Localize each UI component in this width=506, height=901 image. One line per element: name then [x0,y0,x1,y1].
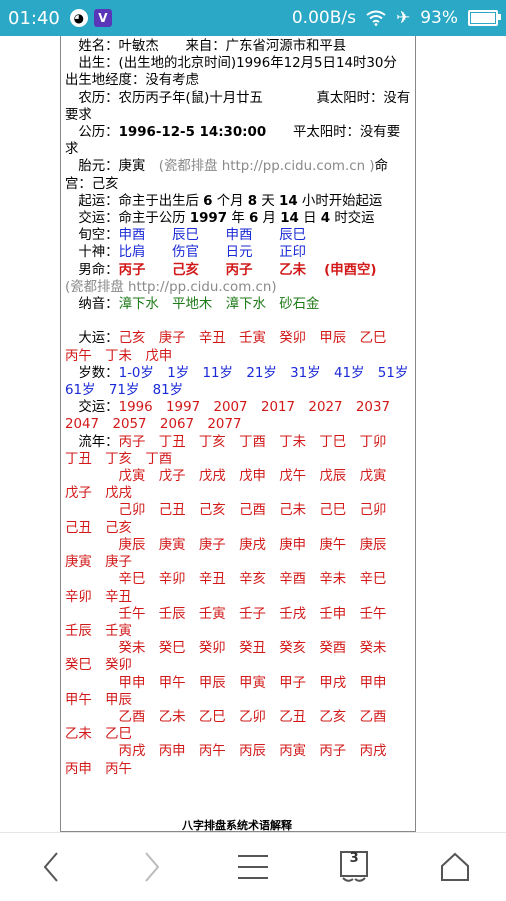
result-text: 出生：(出生地的北京时间)1996年12月5日14时30分 出生地经度：没有考虑 [65,56,424,89]
menu-icon [237,855,268,879]
result-text: 丙戌 丙申 丙午 丙辰 丙寅 丙子 丙戌 丙申 丙午 [65,744,400,777]
tabs-button[interactable]: 3 [324,837,384,897]
result-line: 公历：1996-12-5 14:30:00 平太阳时：没有要求 [65,124,411,158]
result-text: 纳音： [65,297,119,313]
result-line [65,313,411,330]
result-line: 农历：农历丙子年(鼠)十月廿五 真太阳时：没有要求 [65,90,411,124]
bazi-result-text: 姓名：叶敏杰 来自：广东省河源市和平县 出生：(出生地的北京时间)1996年12… [61,36,415,778]
result-line: 十神：比肩 伤官 日元 正印 [65,244,411,261]
result-line: 旬空：申酉 辰巳 申酉 辰巳 [65,227,411,244]
clock: 01:40 [8,7,60,29]
result-text: 小时开始起运 [297,193,383,209]
result-text: 1-0岁 1岁 11岁 21岁 31岁 41岁 51岁 61岁 71岁 81岁 [65,365,422,399]
result-text: 1996-12-5 14:30:00 [118,125,267,141]
result-line: 壬午 壬辰 壬寅 壬子 壬戌 壬申 壬午 壬辰 壬寅 [65,606,411,640]
result-text: 癸未 癸巳 癸卯 癸丑 癸亥 癸酉 癸未 癸巳 癸卯 [65,641,400,674]
result-text: 6 [203,193,213,209]
result-text: 14 [280,211,299,227]
result-text: 交运：命主于公历 [65,211,190,227]
result-text: 公历： [65,125,119,141]
result-text: 大运： [65,331,119,347]
result-text: 4 [320,211,331,227]
result-line: 庚辰 庚寅 庚子 庚戌 庚申 庚午 庚辰 庚寅 庚子 [65,537,411,571]
airplane-mode-icon: ✈ [395,8,411,28]
result-text: 天 [257,193,280,209]
home-icon [441,852,470,881]
result-text: 月 [258,211,281,227]
battery-percent: 93% [420,8,458,28]
bottom-navigation: 3 [0,832,506,901]
result-line: 姓名：叶敏杰 来自：广东省河源市和平县 [65,38,411,55]
result-text: 己卯 己丑 己亥 己酉 己未 己巳 己卯 己丑 己亥 [65,503,400,536]
network-speed: 0.00B/s [291,8,356,28]
result-text: 比肩 伤官 日元 正印 [118,245,307,261]
result-line: 岁数：1-0岁 1岁 11岁 21岁 31岁 41岁 51岁 61岁 71岁 8… [65,365,411,399]
result-text: 农历：农历丙子年(鼠)十月廿五 真太阳时：没有要求 [65,90,411,123]
result-text: 时交运 [330,211,375,227]
result-text: (瓷都排盘 http://pp.cidu.com.cn ) [158,159,375,175]
result-text: 胎元：庚寅 [65,159,159,175]
result-line: 男命：丙子 己亥 丙子 乙未 (申酉空) [65,262,411,279]
result-text: 庚辰 庚寅 庚子 庚戌 庚申 庚午 庚辰 庚寅 庚子 [65,537,400,571]
result-line: 丙戌 丙申 丙午 丙辰 丙寅 丙子 丙戌 丙申 丙午 [65,743,411,777]
result-text: 男命： [65,262,119,278]
result-text: 漳下水 平地木 漳下水 砂石金 [118,297,320,313]
result-text: 6 [248,211,259,227]
chevron-right-icon [145,852,160,882]
result-line: 甲申 甲午 甲辰 甲寅 甲子 甲戌 甲申 甲午 甲辰 [65,675,411,709]
result-text: 乙酉 乙未 乙巳 乙卯 乙丑 乙亥 乙酉 乙未 乙巳 [65,709,400,743]
result-text [65,314,69,329]
result-line: 交运：命主于公历 1997 年 6 月 14 日 4 时交运 [65,210,411,227]
result-line: 辛巳 辛卯 辛丑 辛亥 辛酉 辛未 辛巳 辛卯 辛丑 [65,571,411,605]
tab-count: 3 [349,851,359,866]
app-notification-icon: V [93,9,112,27]
result-line: 交运：1996 1997 2007 2017 2027 2037 2047 20… [65,399,411,433]
menu-button[interactable] [223,837,283,897]
result-line: 己卯 己丑 己亥 己酉 己未 己巳 己卯 己丑 己亥 [65,502,411,536]
wifi-icon [366,10,386,26]
result-text: 十神： [65,245,119,261]
result-text: 流年： [65,434,119,450]
result-text: 日 [298,211,321,227]
result-text: 辛巳 辛卯 辛丑 辛亥 辛酉 辛未 辛巳 辛卯 辛丑 [65,572,400,605]
result-line: (瓷都排盘 http://pp.cidu.com.cn) [65,279,411,296]
battery-level [471,13,496,23]
result-text: 岁数： [65,365,119,381]
result-text: 起运：命主于出生后 [65,193,204,209]
result-text: 姓名：叶敏杰 来自：广东省河源市和平县 [65,39,347,54]
result-line: 乙酉 乙未 乙巳 乙卯 乙丑 乙亥 乙酉 乙未 乙巳 [65,709,411,743]
back-button[interactable] [21,837,81,897]
result-line: 戊寅 戊子 戊戌 戊申 戊午 戊辰 戊寅 戊子 戊戌 [65,468,411,502]
result-line: 癸未 癸巳 癸卯 癸丑 癸亥 癸酉 癸未 癸巳 癸卯 [65,640,411,674]
result-text: 戊寅 戊子 戊戌 戊申 戊午 戊辰 戊寅 戊子 戊戌 [65,469,400,502]
result-text: 个月 [212,193,248,209]
home-button[interactable] [425,837,485,897]
result-text: 甲申 甲午 甲辰 甲寅 甲子 甲戌 甲申 甲午 甲辰 [65,675,400,708]
status-bar: 01:40 ◕ V 0.00B/s ✈ 93% [0,0,506,36]
chevron-left-icon [43,852,58,882]
result-line: 出生：(出生地的北京时间)1996年12月5日14时30分 出生地经度：没有考虑 [65,55,411,89]
bazi-result-panel: 姓名：叶敏杰 来自：广东省河源市和平县 出生：(出生地的北京时间)1996年12… [60,36,416,832]
result-text: 壬午 壬辰 壬寅 壬子 壬戌 壬申 壬午 壬辰 壬寅 [65,606,400,639]
result-text: 年 [227,211,249,227]
qq-notification-icon: ◕ [69,9,88,27]
forward-button[interactable] [122,837,182,897]
result-text: 申酉 辰巳 申酉 辰巳 [118,228,307,244]
glossary-link[interactable]: 八字排盘系统术语解释 [60,817,414,833]
result-line: 胎元：庚寅 (瓷都排盘 http://pp.cidu.com.cn )命宫：己亥 [65,158,411,192]
result-text: 8 [247,193,258,209]
result-line: 流年：丙子 丁丑 丁亥 丁酉 丁未 丁巳 丁卯 丁丑 丁亥 丁酉 [65,434,411,468]
battery-icon [468,10,501,26]
result-text: 旬空： [65,228,119,244]
result-line: 起运：命主于出生后 6 个月 8 天 14 小时开始起运 [65,193,411,210]
result-text: 1997 [189,211,228,227]
result-text: 交运： [65,400,119,416]
result-line: 纳音：漳下水 平地木 漳下水 砂石金 [65,296,411,313]
result-text: 14 [279,193,298,209]
result-line: 大运：己亥 庚子 辛丑 壬寅 癸卯 甲辰 乙巳 丙午 丁未 戊申 [65,330,411,364]
result-text: (瓷都排盘 http://pp.cidu.com.cn) [65,279,277,295]
result-text: 丙子 己亥 丙子 乙未 (申酉空) [118,262,377,278]
